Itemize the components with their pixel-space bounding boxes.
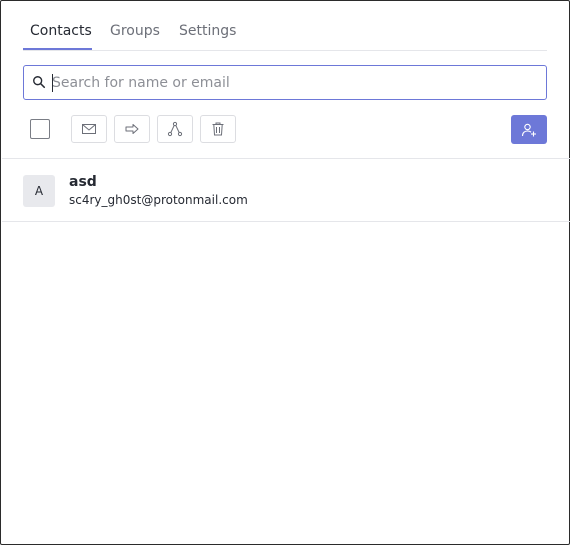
merge-icon bbox=[167, 121, 183, 137]
search-box bbox=[23, 65, 547, 100]
envelope-icon bbox=[82, 124, 96, 134]
select-all-checkbox[interactable] bbox=[30, 119, 50, 139]
add-user-icon bbox=[521, 123, 536, 136]
export-button[interactable] bbox=[114, 115, 150, 143]
search-input[interactable] bbox=[52, 67, 532, 98]
tab-contacts[interactable]: Contacts bbox=[30, 23, 92, 39]
contact-name: asd bbox=[69, 174, 97, 190]
contact-email: sc4ry_gh0st@protonmail.com bbox=[69, 193, 248, 207]
tab-settings[interactable]: Settings bbox=[179, 23, 236, 39]
tab-bar: Contacts Groups Settings bbox=[23, 15, 547, 51]
active-tab-indicator bbox=[23, 48, 92, 50]
search-icon bbox=[33, 76, 46, 89]
contacts-panel: Contacts Groups Settings Search for name… bbox=[0, 0, 570, 545]
delete-button[interactable] bbox=[200, 115, 236, 143]
contact-list-item[interactable]: A asd sc4ry_gh0st@protonmail.com bbox=[2, 159, 570, 222]
email-button[interactable] bbox=[71, 115, 107, 143]
arrow-right-icon bbox=[125, 124, 139, 134]
tab-groups[interactable]: Groups bbox=[110, 23, 160, 39]
merge-button[interactable] bbox=[157, 115, 193, 143]
add-contact-button[interactable] bbox=[511, 115, 547, 144]
contact-avatar: A bbox=[23, 175, 55, 207]
text-caret bbox=[52, 74, 53, 92]
trash-icon bbox=[212, 122, 224, 136]
